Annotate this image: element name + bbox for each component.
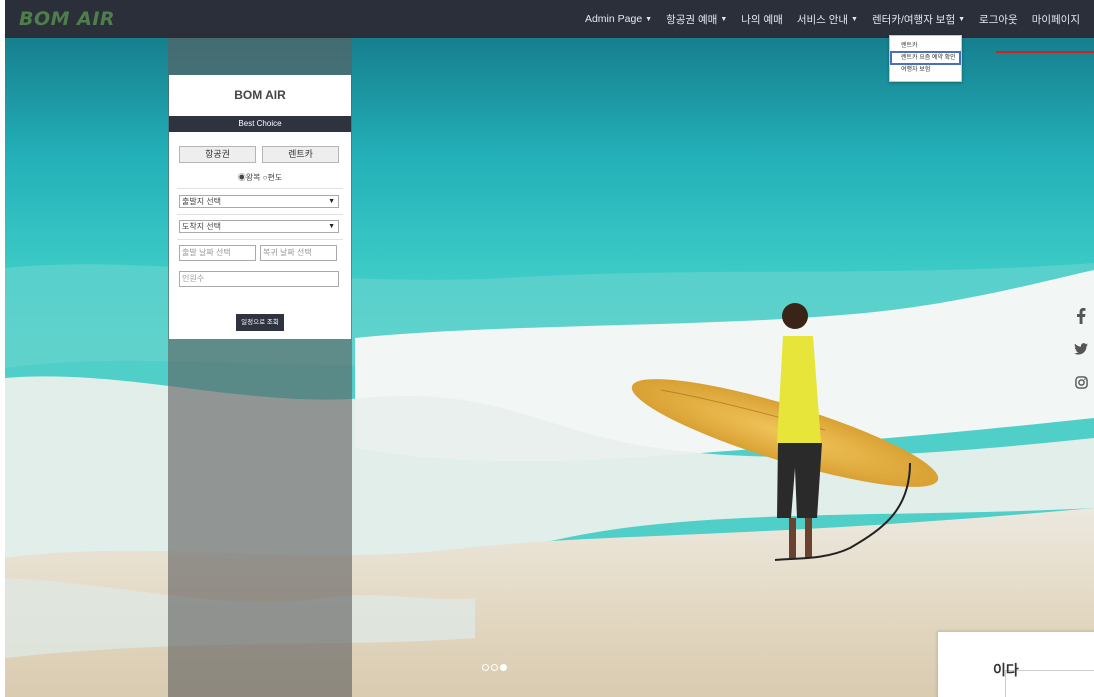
nav-rentcar-insurance[interactable]: 렌터카/여행자 보험 ▼ <box>872 12 965 27</box>
nav-flight-booking[interactable]: 항공권 예매 ▼ <box>666 12 727 27</box>
rentcar-dropdown-menu: 렌트카 렌트카 요즘 예약 확인 여행자 보험 <box>889 35 962 82</box>
departure-date-input[interactable]: 출발 날짜 선택 <box>179 245 256 261</box>
caret-down-icon: ▼ <box>851 15 858 23</box>
caret-down-icon: ▼ <box>645 15 653 23</box>
panel-title: BOM AIR <box>234 88 286 102</box>
nav-rentcar-insurance-label: 렌터카/여행자 보험 <box>871 13 956 26</box>
caret-down-icon: ▼ <box>720 15 728 23</box>
nav-flight-booking-label: 항공권 예매 <box>666 13 718 26</box>
carousel-dot[interactable] <box>491 664 498 671</box>
instagram-icon[interactable] <box>1070 368 1092 396</box>
nav-mypage-label: 마이페이지 <box>1031 13 1080 26</box>
top-navbar: BOM AIR Admin Page ▼ 항공권 예매 ▼ 나의 예매 서비스 … <box>5 0 1094 38</box>
tab-rentcar-button[interactable]: 렌트카 <box>262 146 339 163</box>
nav-my-booking[interactable]: 나의 예매 <box>741 12 783 27</box>
facebook-icon[interactable] <box>1070 302 1092 330</box>
dropdown-arrow-icon: ▼ <box>328 223 335 230</box>
nav-mypage[interactable]: 마이페이지 <box>1032 12 1080 27</box>
red-annotation-line <box>996 51 1094 53</box>
dropdown-item-travel-insurance[interactable]: 여행자 보험 <box>890 64 961 76</box>
brand-logo[interactable]: BOM AIR <box>19 8 115 30</box>
carousel-dot-active[interactable] <box>500 664 507 671</box>
caret-down-icon: ▼ <box>958 15 966 23</box>
arrival-select[interactable]: 도착지 선택 ▼ <box>179 220 339 233</box>
panel-subtitle-bar: Best Choice <box>169 116 351 132</box>
carousel-indicators <box>482 664 507 671</box>
carousel-dot[interactable] <box>482 664 489 671</box>
divider <box>177 239 343 240</box>
dropdown-arrow-icon: ▼ <box>328 198 335 205</box>
nav-logout[interactable]: 로그아웃 <box>979 12 1018 27</box>
nav-service-info-label: 서비스 안내 <box>796 13 849 26</box>
overlay-card: 이다 <box>938 632 1094 697</box>
departure-select-value: 출발지 선택 <box>182 197 222 206</box>
tab-flight-button[interactable]: 항공권 <box>179 146 256 163</box>
page: BOM AIR Admin Page ▼ 항공권 예매 ▼ 나의 예매 서비스 … <box>0 0 1094 697</box>
nav-admin-page[interactable]: Admin Page ▼ <box>585 13 652 25</box>
divider <box>177 188 343 189</box>
divider <box>177 214 343 215</box>
booking-panel: BOM AIR Best Choice 항공권 렌트카 ◉왕복 ○편도 출발지 … <box>169 75 351 339</box>
return-date-input[interactable]: 복귀 날짜 선택 <box>260 245 337 261</box>
nav-service-info[interactable]: 서비스 안내 ▼ <box>797 12 858 27</box>
departure-select[interactable]: 출발지 선택 ▼ <box>179 195 339 208</box>
dropdown-item-rentcar-booking-check[interactable]: 렌트카 요즘 예약 확인 <box>890 51 961 65</box>
arrival-select-value: 도착지 선택 <box>182 222 222 231</box>
overlay-card-text: 이다 <box>993 662 1019 678</box>
trip-type-radio-group[interactable]: ◉왕복 ○편도 <box>169 172 351 183</box>
nav-logout-label: 로그아웃 <box>979 13 1018 26</box>
passenger-count-input[interactable]: 인원수 <box>179 271 339 287</box>
nav-admin-page-label: Admin Page <box>584 13 643 25</box>
search-schedule-button[interactable]: 일정으로 조회 <box>236 314 284 331</box>
main-menu: Admin Page ▼ 항공권 예매 ▼ 나의 예매 서비스 안내 ▼ 렌터카… <box>585 0 1080 38</box>
nav-my-booking-label: 나의 예매 <box>741 13 783 26</box>
dropdown-item-rentcar[interactable]: 렌트카 <box>890 40 961 52</box>
twitter-icon[interactable] <box>1070 335 1092 363</box>
